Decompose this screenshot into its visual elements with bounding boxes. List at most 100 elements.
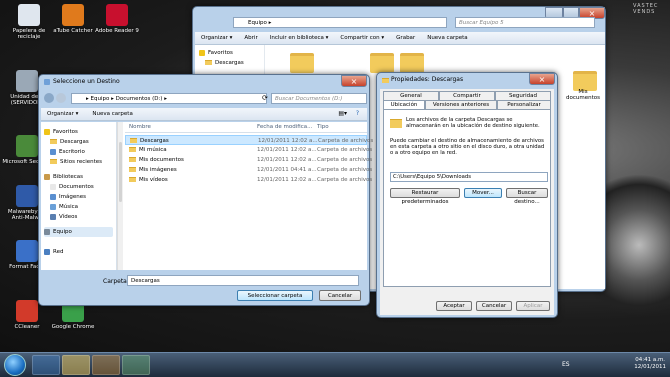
file-row[interactable]: Mis vídeos 12/01/2011 12:02 a... Carpeta d… bbox=[125, 175, 372, 185]
nav-item-label: Imágenes bbox=[59, 194, 86, 200]
nav-item[interactable]: Sitios recientes bbox=[44, 157, 113, 167]
view-icon[interactable]: ▤▾ bbox=[338, 108, 347, 120]
explorer-search-input[interactable]: Buscar Equipo 5 bbox=[455, 17, 595, 28]
taskbar: ES 04:41 a.m. 12/01/2011 bbox=[0, 352, 670, 377]
nav-item[interactable]: Imágenes bbox=[44, 192, 113, 202]
nav-item[interactable]: Red bbox=[44, 247, 113, 257]
nav-item-label: Sitios recientes bbox=[60, 159, 103, 165]
nav-item-label: Equipo bbox=[53, 229, 72, 235]
taskbar-media-player-icon[interactable] bbox=[92, 355, 120, 375]
select-destination-dialog[interactable]: Seleccione un Destino × ▸ Equipo ▸ Docum… bbox=[38, 74, 373, 306]
file-type: Carpeta de archivos bbox=[317, 147, 373, 153]
nav-item-label: Música bbox=[59, 204, 79, 210]
clock[interactable]: 04:41 a.m. 12/01/2011 bbox=[634, 357, 666, 371]
dialog-close-button[interactable]: × bbox=[341, 75, 367, 87]
properties-ok-button[interactable]: Aceptar bbox=[436, 301, 472, 311]
dialog-content: Favoritos Descargas Escritorio Sitios recie… bbox=[41, 122, 373, 270]
select-folder-button[interactable]: Seleccionar carpeta bbox=[237, 290, 313, 301]
new-folder-button[interactable]: Nueva carpeta bbox=[427, 35, 467, 41]
dialog-organize-menu[interactable]: Organizar ▾ bbox=[47, 111, 78, 117]
tab-previous-versions[interactable]: Versiones anteriores bbox=[425, 100, 497, 109]
explorer-toolbar: Organizar ▾ Abrir Incluir en biblioteca ▾ C… bbox=[195, 32, 605, 45]
tab-general[interactable]: General bbox=[383, 91, 439, 100]
col-type-header[interactable]: Tipo bbox=[317, 122, 329, 133]
language-indicator[interactable]: ES bbox=[562, 361, 570, 368]
taskbar-app-icon[interactable] bbox=[122, 355, 150, 375]
tab-customize[interactable]: Personalizar bbox=[497, 100, 551, 109]
start-button[interactable] bbox=[4, 354, 26, 376]
music-icon bbox=[50, 203, 56, 210]
folder-icon[interactable] bbox=[370, 53, 394, 73]
burn-button[interactable]: Grabar bbox=[396, 35, 415, 41]
organize-menu[interactable]: Organizar ▾ bbox=[201, 35, 232, 41]
desktop-icon-label: Papelera de reciclaje bbox=[12, 28, 46, 40]
folder-icon bbox=[129, 147, 136, 152]
nav-favorites[interactable]: Favoritos bbox=[199, 48, 260, 58]
file-date: 12/01/2011 12:02 a... bbox=[257, 177, 317, 183]
app-icon bbox=[106, 4, 128, 26]
folder-icon bbox=[129, 167, 136, 172]
dialog-search-input[interactable]: Buscar Documentos (D:) bbox=[271, 93, 367, 104]
properties-cancel-button[interactable]: Cancelar bbox=[476, 301, 512, 311]
nav-scrollbar[interactable] bbox=[117, 122, 123, 270]
folder-icon bbox=[50, 139, 57, 144]
properties-close-button[interactable]: × bbox=[529, 73, 555, 85]
taskbar-ie-icon[interactable] bbox=[32, 355, 60, 375]
nav-item[interactable]: Bibliotecas bbox=[44, 172, 113, 182]
nav-item[interactable]: Favoritos bbox=[44, 127, 113, 137]
open-button[interactable]: Abrir bbox=[244, 35, 257, 41]
properties-apply-button[interactable]: Aplicar bbox=[516, 301, 550, 311]
location-panel: Los archivos de la carpeta Descargas se … bbox=[383, 109, 551, 287]
nav-item-label: Documentos bbox=[59, 184, 94, 190]
forward-arrow-icon[interactable] bbox=[56, 93, 66, 103]
col-name-header[interactable]: Nombre bbox=[129, 122, 151, 133]
nav-item-label: Descargas bbox=[60, 139, 89, 145]
file-row[interactable]: Descargas 12/01/2011 12:02 a... Carpeta de… bbox=[125, 135, 373, 145]
dialog-title: Seleccione un Destino bbox=[53, 78, 120, 85]
pc-icon bbox=[44, 228, 50, 235]
nav-item-label: Bibliotecas bbox=[53, 174, 84, 180]
desktop-icon[interactable]: Papelera de reciclaje bbox=[4, 4, 54, 40]
nav-item-label: Favoritos bbox=[53, 129, 78, 135]
explorer-address-bar[interactable]: Equipo ▸ bbox=[233, 17, 447, 28]
nav-item[interactable]: Música bbox=[44, 202, 113, 212]
refresh-icon[interactable]: ⟳ bbox=[262, 94, 268, 102]
find-target-button[interactable]: Buscar destino... bbox=[506, 188, 548, 205]
folder-name-field[interactable]: Descargas bbox=[127, 275, 359, 286]
folder-icon bbox=[129, 177, 136, 182]
desktop-icon-label: Adobe Reader 9 bbox=[95, 28, 139, 34]
folder-icon[interactable] bbox=[573, 71, 597, 91]
share-menu[interactable]: Compartir con ▾ bbox=[340, 35, 384, 41]
dialog-toolbar: Organizar ▾ Nueva carpeta ▤▾ ? bbox=[41, 108, 367, 121]
dialog-new-folder-button[interactable]: Nueva carpeta bbox=[92, 111, 132, 117]
app-icon bbox=[16, 300, 38, 322]
dialog-cancel-button[interactable]: Cancelar bbox=[319, 290, 361, 301]
nav-item[interactable]: Equipo bbox=[44, 227, 113, 237]
nav-item[interactable]: Escritorio bbox=[44, 147, 113, 157]
back-arrow-icon[interactable] bbox=[44, 93, 54, 103]
nav-downloads[interactable]: Descargas bbox=[199, 58, 260, 68]
properties-dialog[interactable]: Propiedades: Descargas × General Compart… bbox=[376, 72, 558, 318]
file-row[interactable]: Mis imágenes 12/01/2011 04:41 a... Carpeta… bbox=[125, 165, 372, 175]
nav-item[interactable]: Vídeos bbox=[44, 212, 113, 222]
include-library-menu[interactable]: Incluir en biblioteca ▾ bbox=[270, 35, 329, 41]
move-button[interactable]: Mover... bbox=[464, 188, 502, 198]
col-date-header[interactable]: Fecha de modifica... bbox=[257, 122, 312, 133]
folder-icon[interactable] bbox=[400, 53, 424, 73]
nav-item[interactable]: Descargas bbox=[44, 137, 113, 147]
taskbar-explorer-icon[interactable] bbox=[62, 355, 90, 375]
file-date: 12/01/2011 12:02 a... bbox=[257, 157, 317, 163]
dialog-address-bar[interactable]: ▸ Equipo ▸ Documentos (D:) ▸ bbox=[71, 93, 267, 104]
file-row[interactable]: Mi música 12/01/2011 12:02 a... Carpeta de… bbox=[125, 145, 372, 155]
restore-defaults-button[interactable]: Restaurar predeterminados bbox=[390, 188, 460, 205]
file-row[interactable]: Mis documentos 12/01/2011 12:02 a... Carpe… bbox=[125, 155, 372, 165]
tab-share[interactable]: Compartir bbox=[439, 91, 495, 100]
desktop-icon[interactable]: Adobe Reader 9 bbox=[92, 4, 142, 34]
help-icon[interactable]: ? bbox=[356, 108, 359, 120]
folder-icon[interactable] bbox=[290, 53, 314, 73]
tab-security[interactable]: Seguridad bbox=[495, 91, 551, 100]
desktop-icon[interactable]: aTube Catcher bbox=[48, 4, 98, 34]
nav-item[interactable]: Documentos bbox=[44, 182, 113, 192]
star-icon bbox=[44, 128, 50, 135]
location-path-field[interactable]: C:\Users\Equipo 5\Downloads bbox=[390, 172, 548, 182]
